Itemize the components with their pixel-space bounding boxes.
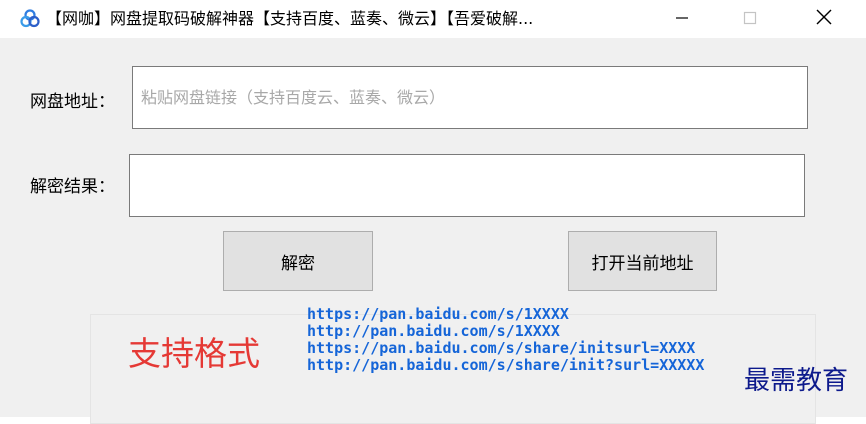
format-item: http://pan.baidu.com/s/share/init?surl=X… [307,356,705,374]
format-list: https://pan.baidu.com/s/1XXXX http://pan… [307,306,704,374]
maximize-icon [743,10,757,29]
window-title: 【网咖】网盘提取码破解神器【支持百度、蓝奏、微云】【吾爱破解... [46,9,534,28]
result-label: 解密结果： [30,177,115,197]
open-url-button[interactable]: 打开当前地址 [568,231,717,291]
decrypt-button[interactable]: 解密 [223,231,373,291]
url-label: 网盘地址： [30,92,115,112]
watermark: 最需教育 [744,366,849,396]
url-input[interactable] [132,66,808,129]
close-button[interactable] [794,0,854,38]
close-icon [816,9,832,29]
supported-formats-title: 支持格式 [128,334,260,373]
format-item: http://pan.baidu.com/s/1XXXX [307,322,560,340]
maximize-button[interactable] [720,0,780,38]
minimize-icon [675,10,689,29]
result-output[interactable] [129,154,805,217]
format-item: https://pan.baidu.com/s/1XXXX [307,305,569,323]
minimize-button[interactable] [652,0,712,38]
app-logo-icon [20,9,40,29]
title-bar: 【网咖】网盘提取码破解神器【支持百度、蓝奏、微云】【吾爱破解... [0,0,866,38]
format-item: https://pan.baidu.com/s/share/initsurl=X… [307,339,696,357]
